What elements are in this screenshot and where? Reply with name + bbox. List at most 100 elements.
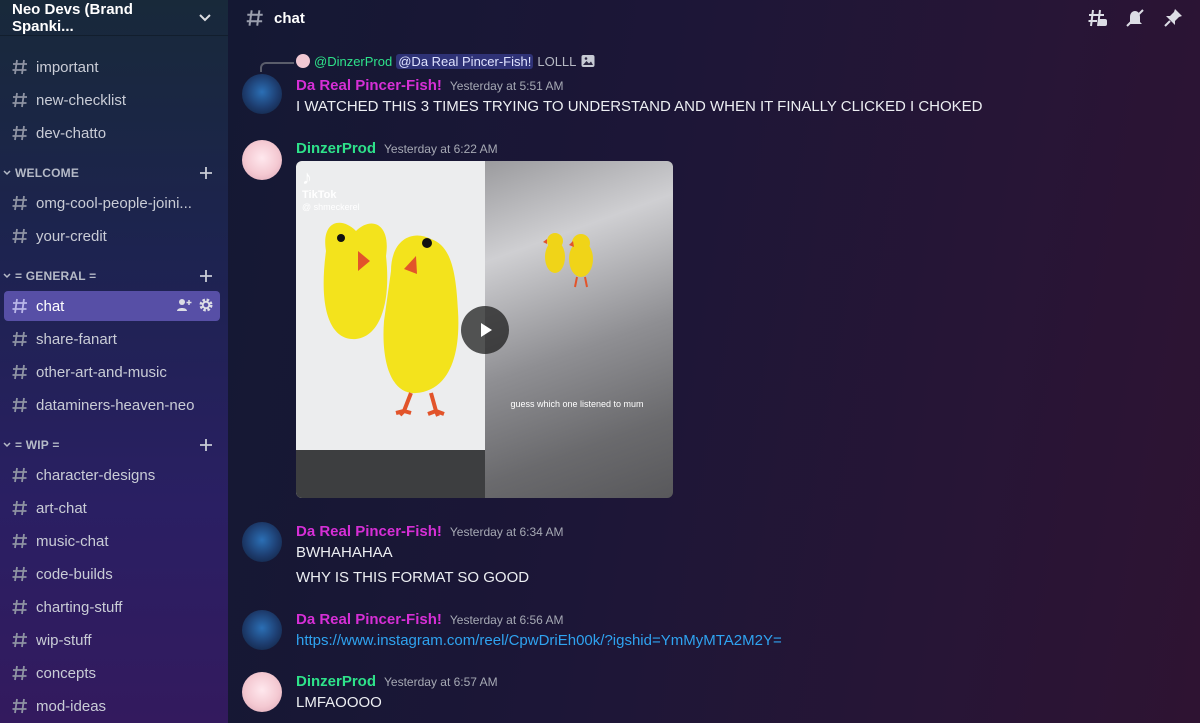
message-header: Da Real Pincer-Fish! Yesterday at 5:51 AM <box>296 77 564 94</box>
channel-chat[interactable]: chat <box>4 291 220 321</box>
hash-icon <box>12 195 27 211</box>
channel-label: character-designs <box>36 466 156 484</box>
avatar[interactable] <box>242 672 282 712</box>
channel-label: chat <box>36 297 65 315</box>
plus-icon[interactable] <box>198 268 214 284</box>
channel-label: concepts <box>36 664 97 682</box>
avatar[interactable] <box>242 522 282 562</box>
category-wip[interactable]: = WIP = <box>0 434 228 456</box>
channel-label: omg-cool-people-joini... <box>36 194 192 212</box>
author-name[interactable]: DinzerProd <box>296 140 376 157</box>
message-text: I WATCHED THIS 3 TIMES TRYING TO UNDERST… <box>296 98 983 115</box>
hash-icon <box>12 298 27 314</box>
image-icon <box>581 55 595 67</box>
hash-icon <box>12 228 27 244</box>
video-embed[interactable]: ♪ TikTok @ shmeckerel guess which one li… <box>296 161 673 498</box>
channel-label: important <box>36 58 99 76</box>
channel-label: mod-ideas <box>36 697 107 715</box>
hash-icon <box>12 533 27 549</box>
timestamp: Yesterday at 5:51 AM <box>449 79 564 93</box>
channel-label: dataminers-heaven-neo <box>36 396 195 414</box>
message-header: Da Real Pincer-Fish! Yesterday at 6:34 AM <box>296 523 564 540</box>
author-name[interactable]: DinzerProd <box>296 673 376 690</box>
channel-character-designs[interactable]: character-designs <box>4 460 220 490</box>
category-welcome[interactable]: WELCOME <box>0 162 228 184</box>
message-text: WHY IS THIS FORMAT SO GOOD <box>296 569 530 586</box>
category-label: = GENERAL = <box>15 269 97 283</box>
channel-new-checklist[interactable]: new-checklist <box>4 85 220 115</box>
channel-label: new-checklist <box>36 91 127 109</box>
tiktok-brand: TikTok <box>302 189 337 201</box>
reply-reference[interactable]: @DinzerProd @Da Real Pincer-Fish! LOLLL <box>296 53 596 69</box>
chick-photo <box>543 233 593 288</box>
channel-important[interactable]: important <box>4 52 220 82</box>
author-name[interactable]: Da Real Pincer-Fish! <box>296 77 442 94</box>
channel-label: dev-chatto <box>36 124 107 142</box>
hash-icon <box>12 566 27 582</box>
plus-icon[interactable] <box>198 437 214 453</box>
message-item[interactable]: Da Real Pincer-Fish! Yesterday at 6:56 AM… <box>228 608 1188 658</box>
reply-text: LOLLL <box>537 53 577 69</box>
hash-icon <box>12 59 27 75</box>
channel-charting-stuff[interactable]: charting-stuff <box>4 592 220 622</box>
channel-music-chat[interactable]: music-chat <box>4 526 220 556</box>
hash-icon <box>12 397 27 413</box>
channel-your-credit[interactable]: your-credit <box>4 221 220 251</box>
hash-icon <box>12 331 27 347</box>
channel-label: your-credit <box>36 227 107 245</box>
video-caption: guess which one listened to mum <box>510 399 644 409</box>
channel-list: important new-checklist dev-chatto WELCO… <box>0 36 228 721</box>
channel-omg-cool-people-joining[interactable]: omg-cool-people-joini... <box>4 188 220 218</box>
video-shadow <box>296 450 485 498</box>
hash-icon <box>12 364 27 380</box>
plus-icon[interactable] <box>198 165 214 181</box>
pin-icon[interactable] <box>1162 7 1184 29</box>
channel-label: music-chat <box>36 532 109 550</box>
timestamp: Yesterday at 6:34 AM <box>449 525 564 539</box>
category-label: = WIP = <box>15 438 60 452</box>
message-item[interactable]: @DinzerProd @Da Real Pincer-Fish! LOLLL … <box>228 36 1188 126</box>
message-text: BWHAHAHAA <box>296 544 393 561</box>
mention[interactable]: @Da Real Pincer-Fish! <box>396 53 534 69</box>
channel-dev-chatto[interactable]: dev-chatto <box>4 118 220 148</box>
channel-share-fanart[interactable]: share-fanart <box>4 324 220 354</box>
message-item[interactable]: Da Real Pincer-Fish! Yesterday at 6:34 AM… <box>228 520 1188 590</box>
threads-icon[interactable] <box>1086 7 1108 29</box>
chevron-down-icon <box>3 170 11 176</box>
channel-mod-ideas[interactable]: mod-ideas <box>4 691 220 721</box>
message-header: DinzerProd Yesterday at 6:22 AM <box>296 140 498 157</box>
hash-icon <box>246 10 263 26</box>
channel-art-chat[interactable]: art-chat <box>4 493 220 523</box>
author-name[interactable]: Da Real Pincer-Fish! <box>296 611 442 628</box>
tiktok-handle: @ shmeckerel <box>302 202 360 212</box>
channel-dataminers-heaven-neo[interactable]: dataminers-heaven-neo <box>4 390 220 420</box>
hash-icon <box>12 125 27 141</box>
avatar[interactable] <box>242 74 282 114</box>
message-item[interactable]: DinzerProd Yesterday at 6:57 AM LMFAOOOO <box>228 670 1188 720</box>
message-item[interactable]: DinzerProd Yesterday at 6:22 AM ♪ TikTok… <box>228 136 1188 506</box>
mute-icon[interactable] <box>1124 7 1146 29</box>
category-general[interactable]: = GENERAL = <box>0 265 228 287</box>
gear-icon[interactable] <box>198 297 214 313</box>
add-member-icon[interactable] <box>176 297 192 313</box>
chevron-down-icon <box>3 442 11 448</box>
channel-wip-stuff[interactable]: wip-stuff <box>4 625 220 655</box>
channel-other-art-and-music[interactable]: other-art-and-music <box>4 357 220 387</box>
chevron-down-icon <box>3 273 11 279</box>
avatar[interactable] <box>242 140 282 180</box>
video-frame-right <box>485 161 673 498</box>
play-button[interactable] <box>461 306 509 354</box>
channel-code-builds[interactable]: code-builds <box>4 559 220 589</box>
channel-header: chat <box>228 0 1200 36</box>
avatar[interactable] <box>242 610 282 650</box>
channel-label: share-fanart <box>36 330 117 348</box>
header-toolbar <box>1086 7 1184 29</box>
author-name[interactable]: Da Real Pincer-Fish! <box>296 523 442 540</box>
message-link[interactable]: https://www.instagram.com/reel/CpwDriEh0… <box>296 632 782 649</box>
channel-concepts[interactable]: concepts <box>4 658 220 688</box>
channel-label: code-builds <box>36 565 113 583</box>
reply-author[interactable]: @DinzerProd <box>314 54 392 69</box>
hash-icon <box>12 632 27 648</box>
server-header[interactable]: Neo Devs (Brand Spanki... <box>0 0 228 36</box>
channel-label: charting-stuff <box>36 598 123 616</box>
